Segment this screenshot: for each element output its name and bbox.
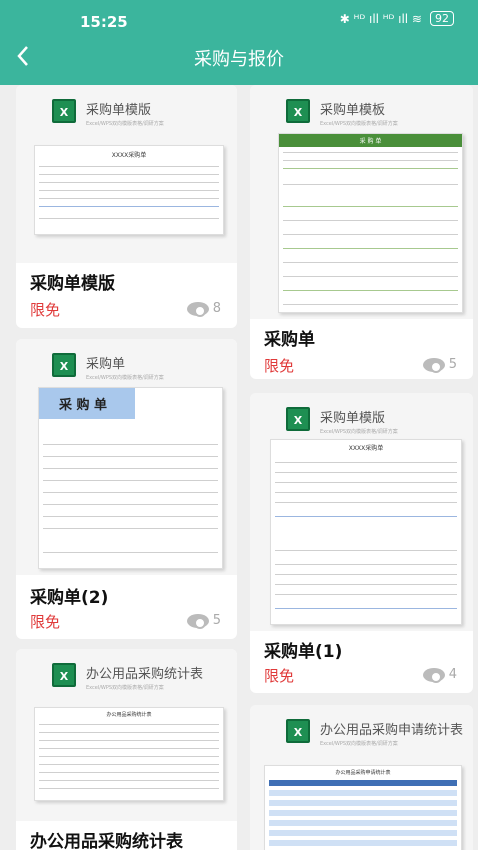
view-count: 4: [422, 667, 457, 683]
excel-icon: X: [52, 353, 76, 377]
excel-icon: X: [286, 719, 310, 743]
sheet-preview: XXXX采购单: [34, 145, 224, 235]
sheet-title: XXXX采购单: [348, 445, 384, 452]
sheet-title: 采 购 单: [279, 134, 462, 147]
excel-icon: X: [52, 99, 76, 123]
template-thumbnail: X 采购单模版 Excel/WPS双向模版表格/调研方案 XXXX采购单: [16, 85, 237, 263]
thumbnail-title: 采购单模版: [320, 411, 386, 426]
sheet-preview: XXXX采购单: [270, 439, 462, 625]
eye-icon: [422, 357, 445, 373]
template-card[interactable]: X 办公用品采购统计表 Excel/WPS双向模版表格/调研方案 办公用品采购统…: [16, 649, 237, 850]
sheet-title: 采 购 单: [39, 388, 135, 419]
thumbnail-subtitle: Excel/WPS双向模版表格/调研方案: [320, 741, 398, 747]
eye-icon: [186, 613, 209, 629]
template-thumbnail: X 采购单模版 Excel/WPS双向模版表格/调研方案 XXXX采购单: [250, 393, 473, 631]
sheet-preview: 办公用品采购统计表: [34, 707, 224, 801]
template-thumbnail: X 办公用品采购统计表 Excel/WPS双向模版表格/调研方案 办公用品采购统…: [16, 649, 237, 821]
template-name: 采购单(2): [30, 588, 109, 608]
template-name: 采购单: [264, 330, 315, 350]
thumbnail-title: 采购单: [86, 357, 126, 372]
view-count: 8: [186, 301, 221, 317]
status-time: 15:25: [80, 13, 128, 31]
signal-icons: ✱ ᴴᴰ ıll ᴴᴰ ıll ≋: [339, 11, 422, 26]
thumbnail-subtitle: Excel/WPS双向模版表格/调研方案: [86, 121, 164, 127]
status-bar: 15:25 ✱ ᴴᴰ ıll ᴴᴰ ıll ≋ 92: [0, 0, 478, 40]
view-count-value: 5: [212, 613, 221, 628]
thumbnail-title: 办公用品采购统计表: [86, 667, 204, 682]
free-badge: 限免: [30, 613, 61, 631]
template-card[interactable]: X 采购单模版 Excel/WPS双向模版表格/调研方案 XXXX采购单 采购单…: [250, 393, 473, 693]
template-card[interactable]: X 采购单模版 Excel/WPS双向模版表格/调研方案 XXXX采购单 采购单…: [16, 85, 237, 328]
thumbnail-title: 采购单模版: [86, 103, 152, 118]
template-name: 办公用品采购统计表: [30, 832, 183, 850]
view-count-value: 8: [212, 301, 221, 316]
battery-icon: 92: [430, 11, 454, 26]
template-name: 采购单模版: [30, 274, 115, 294]
page-title: 采购与报价: [194, 49, 284, 70]
template-grid[interactable]: X 采购单模版 Excel/WPS双向模版表格/调研方案 XXXX采购单 采购单…: [0, 85, 478, 850]
sheet-preview: 采 购 单: [38, 387, 223, 569]
thumbnail-title: 办公用品采购申请统计表: [320, 723, 464, 738]
thumbnail-subtitle: Excel/WPS双向模版表格/调研方案: [86, 685, 164, 691]
view-count: 5: [186, 613, 221, 629]
sheet-title: XXXX采购单: [111, 152, 147, 159]
template-thumbnail: X 办公用品采购申请统计表 Excel/WPS双向模版表格/调研方案 办公用品采…: [250, 705, 473, 850]
thumbnail-subtitle: Excel/WPS双向模版表格/调研方案: [320, 429, 398, 435]
sheet-preview: 采 购 单: [278, 133, 463, 313]
free-badge: 限免: [30, 301, 61, 319]
eye-icon: [186, 301, 209, 317]
template-thumbnail: X 采购单 Excel/WPS双向模版表格/调研方案 采 购 单: [16, 339, 237, 575]
template-card[interactable]: X 采购单模板 Excel/WPS双向模版表格/调研方案 采 购 单 采购单 限…: [250, 85, 473, 379]
excel-icon: X: [286, 99, 310, 123]
app-header: 15:25 ✱ ᴴᴰ ıll ᴴᴰ ıll ≋ 92 采购与报价: [0, 0, 478, 85]
thumbnail-title: 采购单模板: [320, 103, 386, 118]
template-card[interactable]: X 采购单 Excel/WPS双向模版表格/调研方案 采 购 单 采购单(2) …: [16, 339, 237, 639]
status-icons: ✱ ᴴᴰ ıll ᴴᴰ ıll ≋ 92: [340, 11, 454, 26]
sheet-preview: 办公用品采购申请统计表: [264, 765, 462, 850]
template-thumbnail: X 采购单模板 Excel/WPS双向模版表格/调研方案 采 购 单: [250, 85, 473, 319]
template-name: 采购单(1): [264, 642, 343, 662]
eye-icon: [422, 667, 445, 683]
sheet-title: 办公用品采购统计表: [106, 712, 152, 718]
view-count: 5: [422, 357, 457, 373]
view-count-value: 5: [448, 357, 457, 372]
free-badge: 限免: [264, 357, 295, 375]
thumbnail-subtitle: Excel/WPS双向模版表格/调研方案: [320, 121, 398, 127]
view-count-value: 4: [448, 667, 457, 682]
thumbnail-subtitle: Excel/WPS双向模版表格/调研方案: [86, 375, 164, 381]
excel-icon: X: [286, 407, 310, 431]
free-badge: 限免: [264, 667, 295, 685]
excel-icon: X: [52, 663, 76, 687]
sheet-title: 办公用品采购申请统计表: [335, 770, 391, 776]
template-card[interactable]: X 办公用品采购申请统计表 Excel/WPS双向模版表格/调研方案 办公用品采…: [250, 705, 473, 850]
